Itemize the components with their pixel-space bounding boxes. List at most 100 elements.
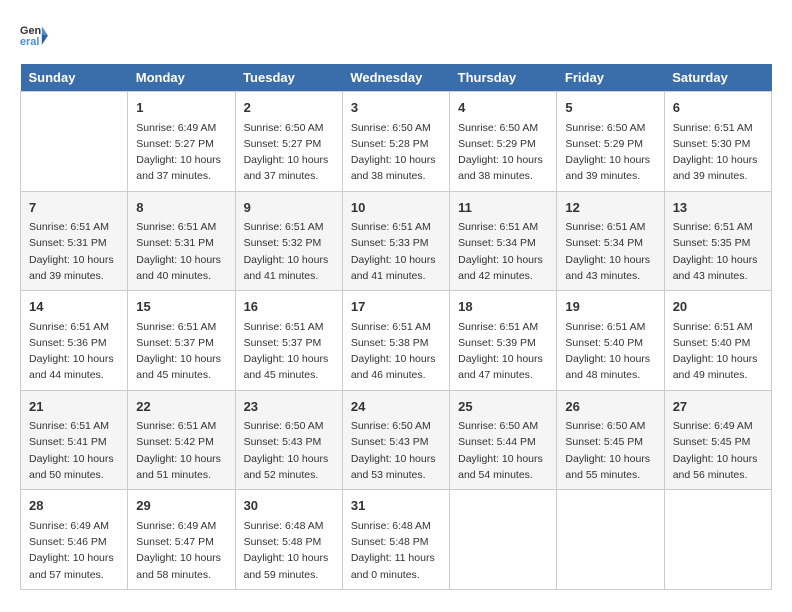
calendar-cell: 13Sunrise: 6:51 AM Sunset: 5:35 PM Dayli…: [664, 191, 771, 291]
day-number: 8: [136, 198, 226, 218]
day-number: 4: [458, 98, 548, 118]
page-header: Gen eral: [20, 20, 772, 48]
day-number: 12: [565, 198, 655, 218]
day-number: 27: [673, 397, 763, 417]
day-info: Sunrise: 6:49 AM Sunset: 5:47 PM Dayligh…: [136, 518, 226, 583]
calendar-cell: 3Sunrise: 6:50 AM Sunset: 5:28 PM Daylig…: [342, 92, 449, 192]
calendar-cell: 2Sunrise: 6:50 AM Sunset: 5:27 PM Daylig…: [235, 92, 342, 192]
day-info: Sunrise: 6:49 AM Sunset: 5:46 PM Dayligh…: [29, 518, 119, 583]
day-number: 25: [458, 397, 548, 417]
calendar-week-3: 14Sunrise: 6:51 AM Sunset: 5:36 PM Dayli…: [21, 291, 772, 391]
day-info: Sunrise: 6:51 AM Sunset: 5:30 PM Dayligh…: [673, 120, 763, 185]
day-info: Sunrise: 6:51 AM Sunset: 5:36 PM Dayligh…: [29, 319, 119, 384]
calendar-cell: 7Sunrise: 6:51 AM Sunset: 5:31 PM Daylig…: [21, 191, 128, 291]
calendar-cell: 22Sunrise: 6:51 AM Sunset: 5:42 PM Dayli…: [128, 390, 235, 490]
day-number: 19: [565, 297, 655, 317]
calendar-cell: 16Sunrise: 6:51 AM Sunset: 5:37 PM Dayli…: [235, 291, 342, 391]
weekday-header-wednesday: Wednesday: [342, 64, 449, 92]
day-info: Sunrise: 6:51 AM Sunset: 5:37 PM Dayligh…: [244, 319, 334, 384]
day-info: Sunrise: 6:50 AM Sunset: 5:27 PM Dayligh…: [244, 120, 334, 185]
day-info: Sunrise: 6:50 AM Sunset: 5:43 PM Dayligh…: [244, 418, 334, 483]
calendar-cell: 27Sunrise: 6:49 AM Sunset: 5:45 PM Dayli…: [664, 390, 771, 490]
calendar-week-5: 28Sunrise: 6:49 AM Sunset: 5:46 PM Dayli…: [21, 490, 772, 590]
calendar-cell: 20Sunrise: 6:51 AM Sunset: 5:40 PM Dayli…: [664, 291, 771, 391]
calendar-cell: 6Sunrise: 6:51 AM Sunset: 5:30 PM Daylig…: [664, 92, 771, 192]
calendar-cell: 5Sunrise: 6:50 AM Sunset: 5:29 PM Daylig…: [557, 92, 664, 192]
calendar-cell: 1Sunrise: 6:49 AM Sunset: 5:27 PM Daylig…: [128, 92, 235, 192]
weekday-header-sunday: Sunday: [21, 64, 128, 92]
day-info: Sunrise: 6:50 AM Sunset: 5:43 PM Dayligh…: [351, 418, 441, 483]
day-info: Sunrise: 6:51 AM Sunset: 5:31 PM Dayligh…: [29, 219, 119, 284]
day-number: 20: [673, 297, 763, 317]
calendar-body: 1Sunrise: 6:49 AM Sunset: 5:27 PM Daylig…: [21, 92, 772, 590]
day-info: Sunrise: 6:50 AM Sunset: 5:29 PM Dayligh…: [565, 120, 655, 185]
weekday-header-row: SundayMondayTuesdayWednesdayThursdayFrid…: [21, 64, 772, 92]
calendar-cell: 4Sunrise: 6:50 AM Sunset: 5:29 PM Daylig…: [450, 92, 557, 192]
calendar-cell: [450, 490, 557, 590]
calendar-cell: 26Sunrise: 6:50 AM Sunset: 5:45 PM Dayli…: [557, 390, 664, 490]
day-info: Sunrise: 6:48 AM Sunset: 5:48 PM Dayligh…: [351, 518, 441, 583]
logo-icon: Gen eral: [20, 20, 48, 48]
day-number: 28: [29, 496, 119, 516]
day-info: Sunrise: 6:50 AM Sunset: 5:29 PM Dayligh…: [458, 120, 548, 185]
weekday-header-monday: Monday: [128, 64, 235, 92]
day-number: 1: [136, 98, 226, 118]
day-number: 18: [458, 297, 548, 317]
calendar-cell: 30Sunrise: 6:48 AM Sunset: 5:48 PM Dayli…: [235, 490, 342, 590]
calendar-cell: 23Sunrise: 6:50 AM Sunset: 5:43 PM Dayli…: [235, 390, 342, 490]
weekday-header-tuesday: Tuesday: [235, 64, 342, 92]
day-number: 6: [673, 98, 763, 118]
day-number: 29: [136, 496, 226, 516]
day-number: 16: [244, 297, 334, 317]
day-info: Sunrise: 6:51 AM Sunset: 5:31 PM Dayligh…: [136, 219, 226, 284]
day-number: 13: [673, 198, 763, 218]
calendar-cell: [557, 490, 664, 590]
day-number: 7: [29, 198, 119, 218]
calendar-table: SundayMondayTuesdayWednesdayThursdayFrid…: [20, 64, 772, 590]
calendar-cell: 18Sunrise: 6:51 AM Sunset: 5:39 PM Dayli…: [450, 291, 557, 391]
day-number: 2: [244, 98, 334, 118]
calendar-cell: [664, 490, 771, 590]
day-info: Sunrise: 6:51 AM Sunset: 5:34 PM Dayligh…: [458, 219, 548, 284]
calendar-cell: 9Sunrise: 6:51 AM Sunset: 5:32 PM Daylig…: [235, 191, 342, 291]
day-number: 5: [565, 98, 655, 118]
day-number: 21: [29, 397, 119, 417]
day-number: 17: [351, 297, 441, 317]
day-info: Sunrise: 6:51 AM Sunset: 5:40 PM Dayligh…: [565, 319, 655, 384]
day-info: Sunrise: 6:51 AM Sunset: 5:41 PM Dayligh…: [29, 418, 119, 483]
day-info: Sunrise: 6:51 AM Sunset: 5:32 PM Dayligh…: [244, 219, 334, 284]
day-number: 30: [244, 496, 334, 516]
day-number: 31: [351, 496, 441, 516]
calendar-cell: 31Sunrise: 6:48 AM Sunset: 5:48 PM Dayli…: [342, 490, 449, 590]
calendar-cell: 24Sunrise: 6:50 AM Sunset: 5:43 PM Dayli…: [342, 390, 449, 490]
calendar-cell: [21, 92, 128, 192]
calendar-week-4: 21Sunrise: 6:51 AM Sunset: 5:41 PM Dayli…: [21, 390, 772, 490]
day-info: Sunrise: 6:49 AM Sunset: 5:27 PM Dayligh…: [136, 120, 226, 185]
day-number: 22: [136, 397, 226, 417]
day-number: 26: [565, 397, 655, 417]
calendar-cell: 8Sunrise: 6:51 AM Sunset: 5:31 PM Daylig…: [128, 191, 235, 291]
day-number: 15: [136, 297, 226, 317]
weekday-header-friday: Friday: [557, 64, 664, 92]
day-info: Sunrise: 6:51 AM Sunset: 5:38 PM Dayligh…: [351, 319, 441, 384]
day-number: 3: [351, 98, 441, 118]
day-info: Sunrise: 6:51 AM Sunset: 5:42 PM Dayligh…: [136, 418, 226, 483]
calendar-cell: 29Sunrise: 6:49 AM Sunset: 5:47 PM Dayli…: [128, 490, 235, 590]
day-info: Sunrise: 6:51 AM Sunset: 5:37 PM Dayligh…: [136, 319, 226, 384]
day-number: 10: [351, 198, 441, 218]
weekday-header-saturday: Saturday: [664, 64, 771, 92]
calendar-cell: 11Sunrise: 6:51 AM Sunset: 5:34 PM Dayli…: [450, 191, 557, 291]
day-info: Sunrise: 6:49 AM Sunset: 5:45 PM Dayligh…: [673, 418, 763, 483]
calendar-cell: 19Sunrise: 6:51 AM Sunset: 5:40 PM Dayli…: [557, 291, 664, 391]
calendar-cell: 12Sunrise: 6:51 AM Sunset: 5:34 PM Dayli…: [557, 191, 664, 291]
calendar-cell: 28Sunrise: 6:49 AM Sunset: 5:46 PM Dayli…: [21, 490, 128, 590]
calendar-cell: 15Sunrise: 6:51 AM Sunset: 5:37 PM Dayli…: [128, 291, 235, 391]
weekday-header-thursday: Thursday: [450, 64, 557, 92]
day-number: 9: [244, 198, 334, 218]
day-number: 23: [244, 397, 334, 417]
calendar-cell: 25Sunrise: 6:50 AM Sunset: 5:44 PM Dayli…: [450, 390, 557, 490]
day-info: Sunrise: 6:50 AM Sunset: 5:28 PM Dayligh…: [351, 120, 441, 185]
day-info: Sunrise: 6:51 AM Sunset: 5:33 PM Dayligh…: [351, 219, 441, 284]
day-number: 14: [29, 297, 119, 317]
calendar-week-1: 1Sunrise: 6:49 AM Sunset: 5:27 PM Daylig…: [21, 92, 772, 192]
